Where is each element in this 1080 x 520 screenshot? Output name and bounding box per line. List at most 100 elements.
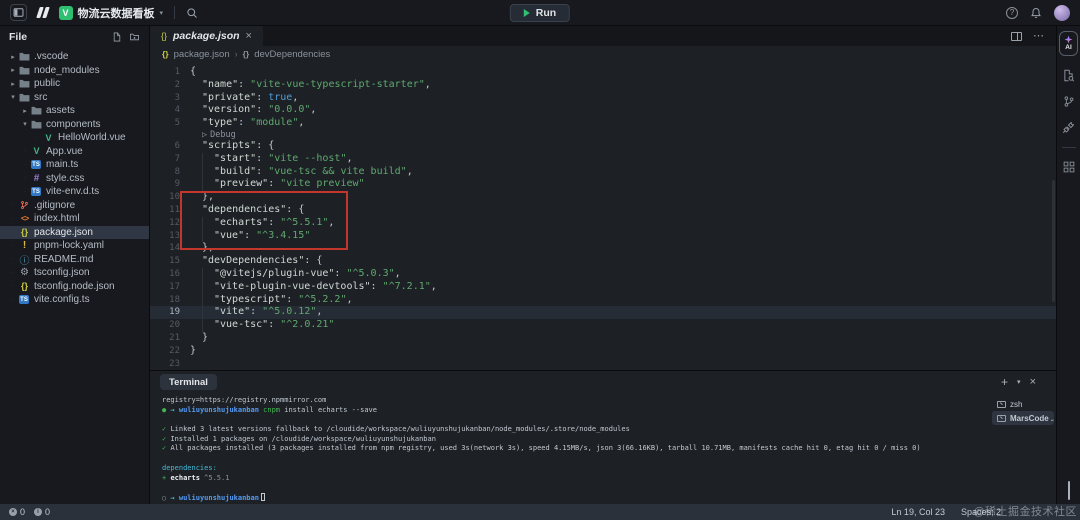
extensions-grid-icon[interactable] bbox=[1063, 161, 1075, 173]
file-item-README.md[interactable]: · ⓘ README.md bbox=[0, 253, 149, 267]
chevron-down-icon[interactable]: ▾ bbox=[8, 93, 18, 101]
code-line-8[interactable]: 8 "build": "vue-tsc && vite build", bbox=[150, 165, 1056, 179]
file-item-.vscode[interactable]: ▸ .vscode bbox=[0, 50, 149, 64]
file-item-components[interactable]: ▾ components bbox=[0, 118, 149, 132]
breadcrumb-symbol[interactable]: devDependencies bbox=[254, 49, 330, 60]
line-number: 9 bbox=[174, 179, 180, 190]
more-actions-icon[interactable]: ⋯ bbox=[1033, 30, 1045, 42]
indent-guide bbox=[202, 306, 203, 320]
cursor-position[interactable]: Ln 19, Col 23 bbox=[891, 507, 945, 517]
file-item-index.html[interactable]: · <> index.html bbox=[0, 212, 149, 226]
new-file-icon[interactable] bbox=[112, 32, 122, 42]
terminal-session-MarsCode ...[interactable]: MarsCode ... bbox=[992, 411, 1054, 425]
file-item-HelloWorld.vue[interactable]: · V HelloWorld.vue bbox=[0, 131, 149, 145]
indentation-setting[interactable]: Spaces: 2 bbox=[961, 507, 1001, 517]
error-count: 0 bbox=[20, 507, 26, 517]
code-line-5[interactable]: 5 "type": "module", bbox=[150, 117, 1056, 130]
code-line-6[interactable]: 6 "scripts": { bbox=[150, 140, 1056, 153]
close-panel-icon[interactable]: × bbox=[1030, 376, 1036, 388]
file-item-assets[interactable]: ▸ assets bbox=[0, 104, 149, 118]
titlebar: V 物流云数据看板 ▾ Run ? bbox=[0, 0, 1080, 26]
file-item-tsconfig.json[interactable]: · ⚙ tsconfig.json bbox=[0, 266, 149, 280]
terminal-output[interactable]: registry=https://registry.npmmirror.com ●… bbox=[150, 393, 990, 504]
codelens-debug[interactable]: ▷ Debug bbox=[150, 130, 1056, 140]
editor-scrollbar[interactable] bbox=[1052, 180, 1055, 302]
code-line-16[interactable]: 16 "@vitejs/plugin-vue": "^5.0.3", bbox=[150, 267, 1056, 281]
file-item-vite-env.d.ts[interactable]: · TS vite-env.d.ts bbox=[0, 185, 149, 199]
code-line-9[interactable]: 9 "preview": "vite preview" bbox=[150, 178, 1056, 192]
run-button[interactable]: Run bbox=[509, 3, 571, 22]
code-line-15[interactable]: 15 "devDependencies": { bbox=[150, 255, 1056, 268]
code-line-20[interactable]: 20 "vue-tsc": "^2.0.21" bbox=[150, 319, 1056, 332]
file-item-.gitignore[interactable]: · .gitignore bbox=[0, 199, 149, 213]
notifications-bell-icon[interactable] bbox=[1030, 7, 1042, 19]
chevron-down-icon[interactable]: ▾ bbox=[20, 120, 30, 128]
chevron-down-icon[interactable]: ▾ bbox=[1017, 378, 1021, 386]
line-number: 4 bbox=[174, 105, 180, 116]
terminal-line: ✓ All packages installed (3 packages ins… bbox=[162, 444, 921, 453]
json-icon: {} bbox=[20, 281, 28, 292]
code-line-7[interactable]: 7 "start": "vite --host", bbox=[150, 152, 1056, 166]
avatar[interactable] bbox=[1054, 4, 1070, 21]
code-line-4[interactable]: 4 "version": "0.0.0", bbox=[150, 104, 1056, 117]
tree-bullet: · bbox=[36, 134, 38, 141]
chevron-right-icon[interactable]: ▸ bbox=[20, 107, 30, 115]
indent-guide bbox=[202, 293, 203, 307]
new-terminal-icon[interactable]: + bbox=[1001, 376, 1008, 388]
search-files-icon[interactable] bbox=[1062, 69, 1075, 82]
help-icon[interactable]: ? bbox=[1006, 6, 1018, 19]
code-line-3[interactable]: 3 "private": true, bbox=[150, 92, 1056, 105]
bottom-panel-toggle-icon[interactable] bbox=[1067, 481, 1070, 500]
plugin-icon[interactable] bbox=[1062, 121, 1075, 134]
file-item-tsconfig.node.json[interactable]: · {} tsconfig.node.json bbox=[0, 280, 149, 294]
code-line-19[interactable]: 19 "vite": "^5.0.12", bbox=[150, 306, 1056, 320]
chevron-right-icon[interactable]: ▸ bbox=[8, 53, 18, 61]
terminal-line: registry=https://registry.npmmirror.com bbox=[162, 396, 327, 404]
file-item-pnpm-lock.yaml[interactable]: ·! pnpm-lock.yaml bbox=[0, 239, 149, 253]
toggle-sidebar-icon[interactable] bbox=[10, 4, 27, 21]
new-folder-icon[interactable] bbox=[129, 32, 140, 42]
file-item-public[interactable]: ▸ public bbox=[0, 77, 149, 91]
project-switcher[interactable]: V 物流云数据看板 ▾ bbox=[58, 5, 163, 21]
tab-terminal[interactable]: Terminal bbox=[160, 374, 217, 390]
file-item-package.json[interactable]: · {} package.json bbox=[0, 225, 149, 239]
chevron-right-icon[interactable]: ▸ bbox=[8, 80, 18, 88]
file-label: .gitignore bbox=[34, 199, 76, 211]
file-item-vite.config.ts[interactable]: · TS vite.config.ts bbox=[0, 293, 149, 307]
titlebar-center: Run bbox=[509, 3, 571, 22]
code-line-17[interactable]: 17 "vite-plugin-vue-devtools": "^7.2.1", bbox=[150, 280, 1056, 294]
chevron-right-icon[interactable]: ▸ bbox=[8, 66, 18, 74]
terminal-session-zsh[interactable]: zsh bbox=[992, 397, 1054, 411]
info-circle-icon: i bbox=[34, 508, 43, 516]
code-text: "start": "vite --host", bbox=[214, 152, 353, 164]
tree-bullet: · bbox=[24, 188, 26, 195]
split-editor-icon[interactable] bbox=[1011, 31, 1022, 41]
close-icon[interactable]: × bbox=[246, 30, 252, 42]
terminal-line: + echarts ^5.5.1 bbox=[162, 473, 230, 482]
file-item-App.vue[interactable]: · V App.vue bbox=[0, 145, 149, 159]
tab-package-json[interactable]: {} package.json × bbox=[150, 26, 263, 46]
code-line-1[interactable]: 1{ bbox=[150, 66, 1056, 79]
code-line-21[interactable]: 21} bbox=[150, 332, 1056, 345]
code-line-18[interactable]: 18 "typescript": "^5.2.2", bbox=[150, 293, 1056, 307]
breadcrumb: {} package.json › {} devDependencies bbox=[150, 46, 1056, 62]
file-item-main.ts[interactable]: · TS main.ts bbox=[0, 158, 149, 172]
code-editor[interactable]: 1{2 "name": "vite-vue-typescript-starter"… bbox=[150, 62, 1056, 370]
code-text: "devDependencies": { bbox=[202, 255, 323, 267]
file-item-node_modules[interactable]: ▸ node_modules bbox=[0, 64, 149, 78]
code-line-23[interactable]: 23 bbox=[150, 358, 1056, 370]
folder-icon bbox=[30, 120, 43, 129]
file-item-src[interactable]: ▾ src bbox=[0, 91, 149, 105]
problems-warnings[interactable]: i 0 bbox=[34, 507, 50, 517]
source-control-icon[interactable] bbox=[1063, 95, 1075, 108]
code-line-22[interactable]: 22} bbox=[150, 345, 1056, 358]
file-item-style.css[interactable]: · # style.css bbox=[0, 172, 149, 186]
indent-guide bbox=[202, 319, 203, 332]
ai-assistant-button[interactable]: AI bbox=[1059, 31, 1078, 56]
vue-icon: V bbox=[33, 146, 40, 157]
problems-errors[interactable]: × 0 bbox=[9, 507, 25, 517]
search-icon[interactable] bbox=[186, 7, 198, 19]
breadcrumb-file[interactable]: package.json bbox=[174, 49, 230, 60]
code-line-2[interactable]: 2 "name": "vite-vue-typescript-starter", bbox=[150, 79, 1056, 92]
